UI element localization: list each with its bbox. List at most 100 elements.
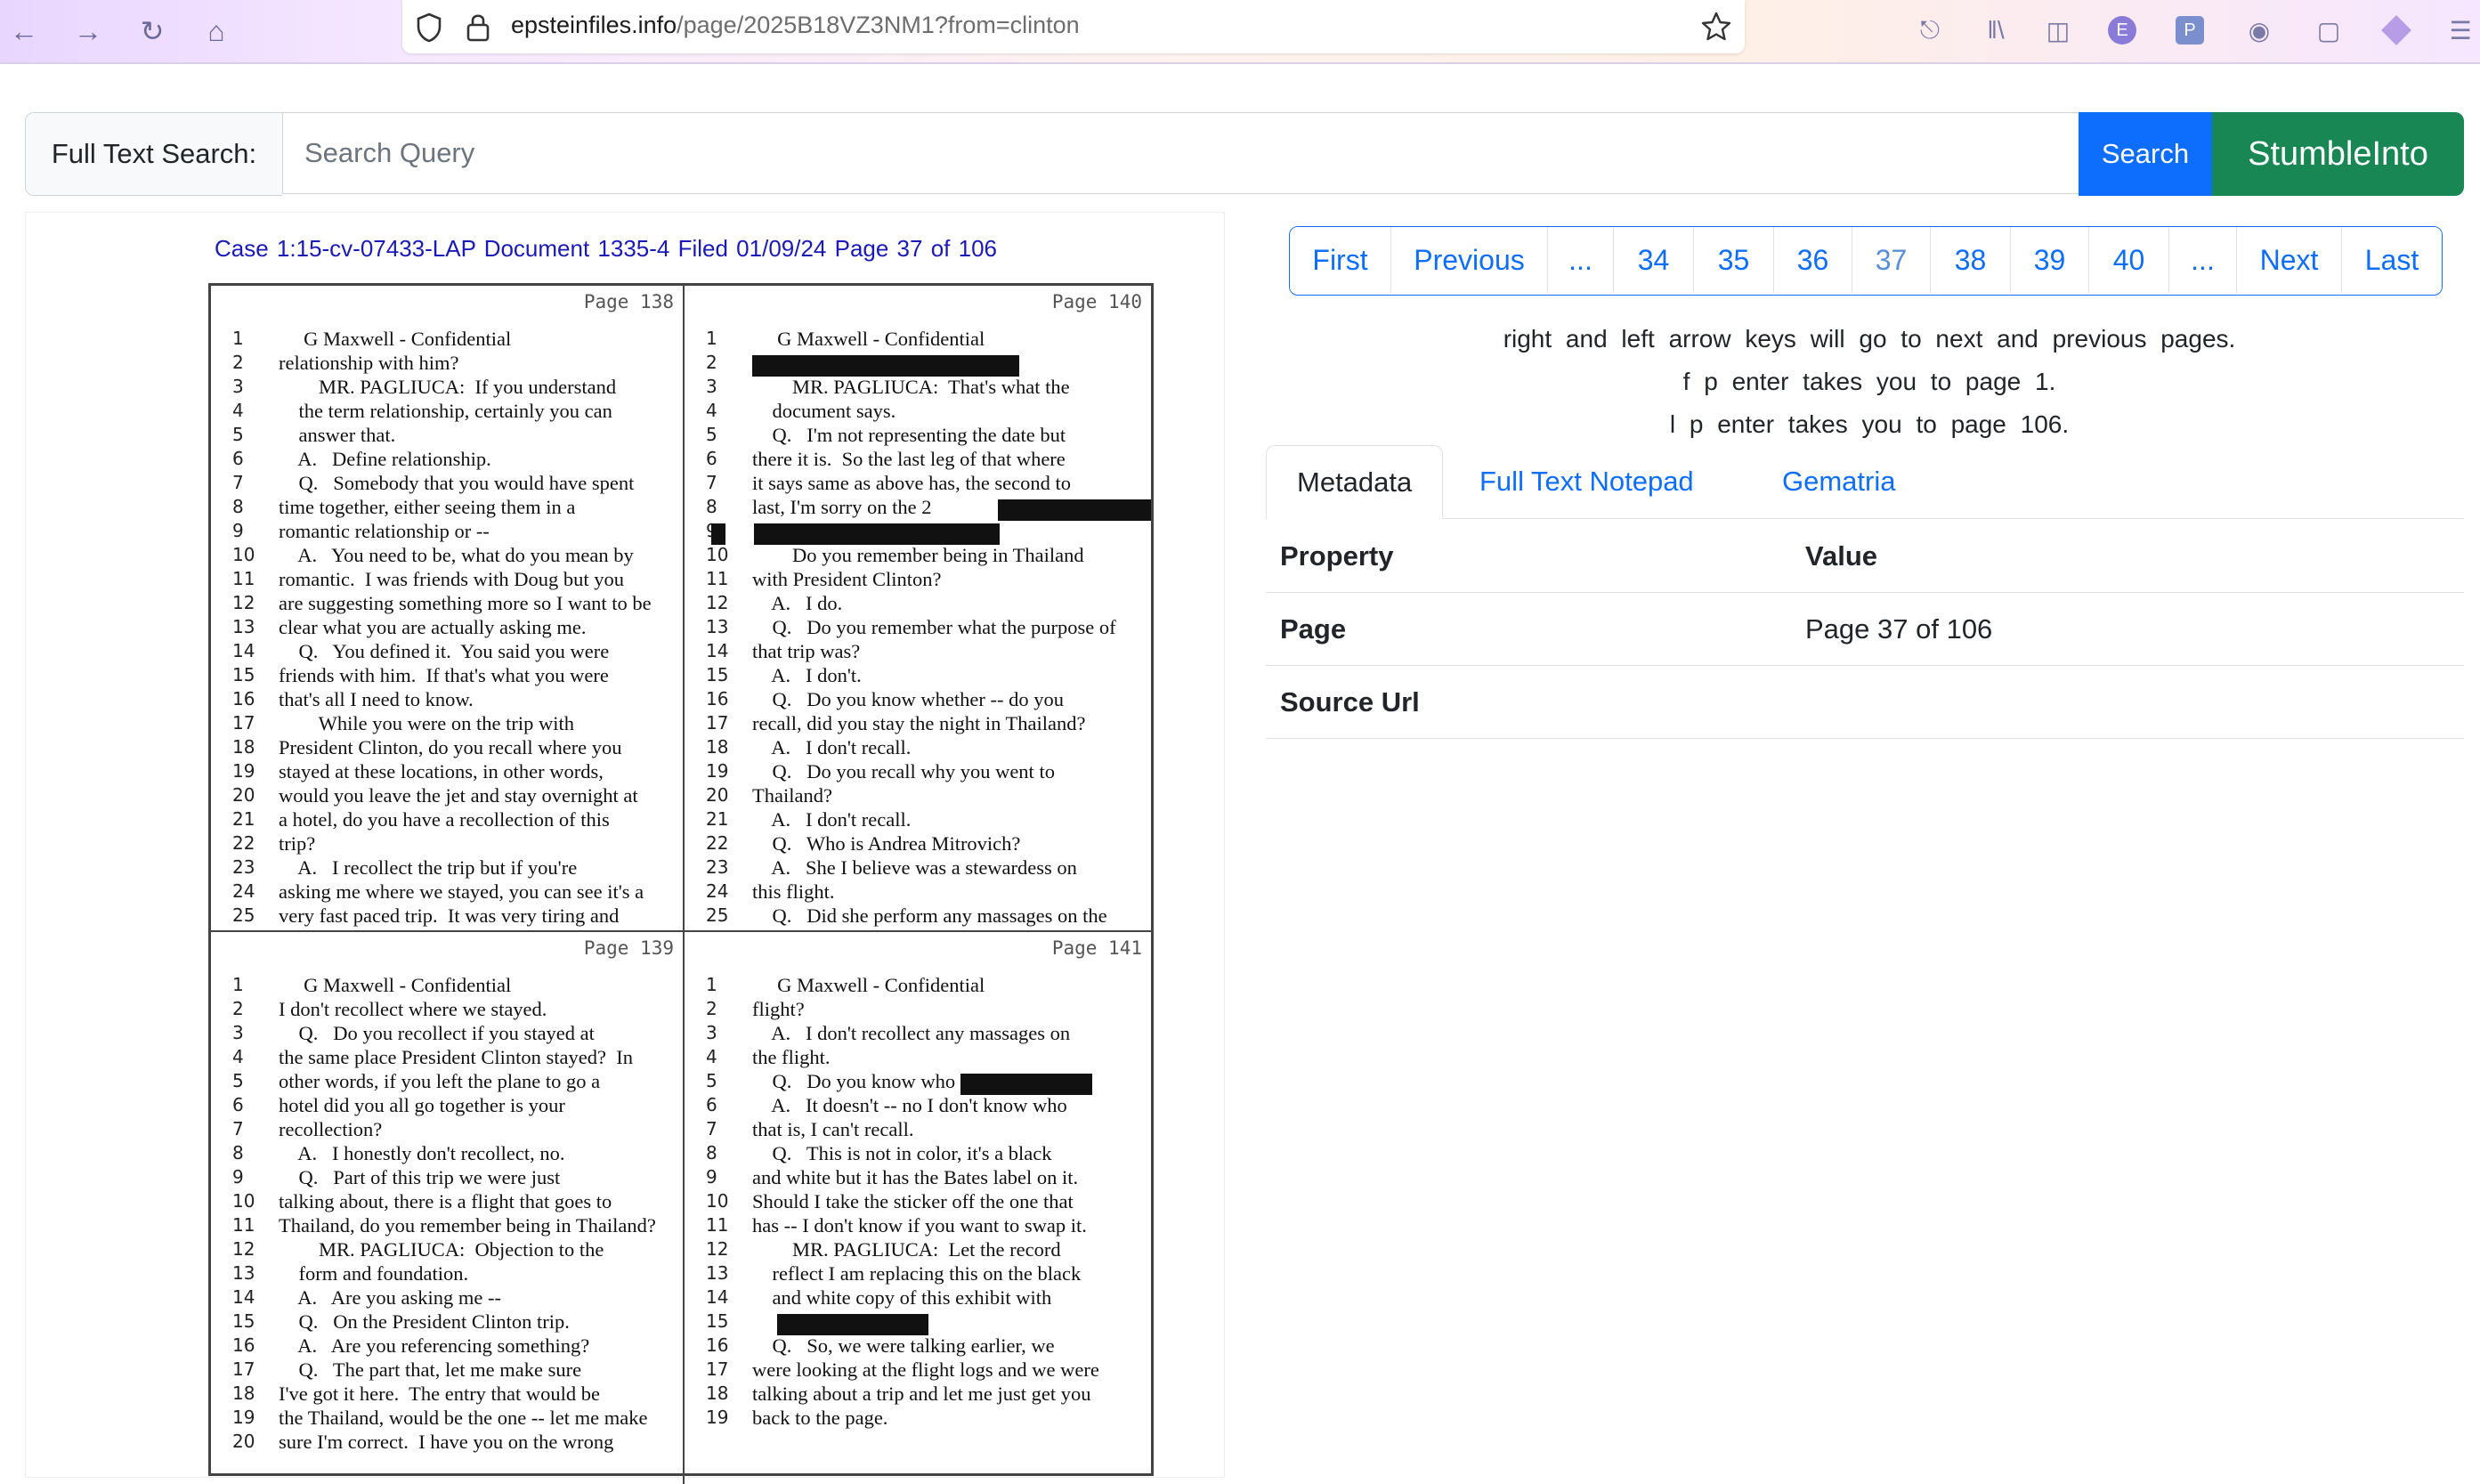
- transcript-line: 22 Q. Who is Andrea Mitrovich?: [685, 831, 1151, 856]
- line-text: Q. I'm not representing the date but: [752, 424, 1066, 446]
- line-text: and white but it has the Bates label on …: [752, 1166, 1079, 1188]
- back-arrow-icon[interactable]: ←: [5, 12, 43, 50]
- line-text: Thailand, do you remember being in Thail…: [279, 1214, 656, 1237]
- page-link-34[interactable]: 34: [1614, 227, 1694, 293]
- line-text: Q. Do you recollect if you stayed at: [279, 1022, 595, 1044]
- tab-full-text-notepad[interactable]: Full Text Notepad: [1449, 445, 1724, 518]
- transcript-line: 6 there it is. So the last leg of that wh…: [685, 447, 1151, 471]
- transcript-line: 3 MR. PAGLIUCA: That's what the: [685, 375, 1151, 399]
- home-icon[interactable]: ⌂: [198, 12, 235, 50]
- transcript-line: 4 the flight.: [685, 1045, 1151, 1069]
- redaction-block: [777, 1313, 928, 1335]
- page-link-previous[interactable]: Previous: [1391, 227, 1548, 293]
- transcript-lines: 1 G Maxwell - Confidential 2 relationship …: [211, 327, 683, 928]
- line-text: While you were on the trip with: [279, 712, 575, 734]
- line-text: form and foundation.: [279, 1262, 469, 1285]
- line-text: G Maxwell - Confidential: [279, 328, 512, 350]
- line-text: Q. The part that, let me make sure: [279, 1358, 582, 1381]
- transcript-line: 2: [685, 351, 1151, 377]
- line-text: the term relationship, certainly you can: [279, 400, 612, 422]
- forward-arrow-icon[interactable]: →: [69, 12, 107, 50]
- line-number: 1: [232, 328, 244, 349]
- extension-diamond-icon[interactable]: [2377, 12, 2416, 48]
- transcript-line: 2 relationship with him?: [211, 351, 683, 375]
- hint-first-page: f p enter takes you to page 1.: [1682, 368, 2056, 395]
- library-icon[interactable]: ‖\: [1976, 12, 2015, 48]
- lock-icon[interactable]: [465, 12, 491, 46]
- line-number: 11: [232, 568, 255, 589]
- page-link-36[interactable]: 36: [1774, 227, 1852, 293]
- url-path: /page/2025B18VZ3NM1?from=clinton: [677, 12, 1080, 38]
- tab-gematria[interactable]: Gematria: [1752, 445, 1925, 518]
- transcript-page: Page 140 1 G Maxwell - Confidential 2 3 MR…: [685, 286, 1151, 932]
- line-number: 19: [706, 1407, 729, 1428]
- transcript-line: 21 a hotel, do you have a recollection of…: [211, 807, 683, 831]
- transcript-lines: 1 G Maxwell - Confidential 2 3 MR. PAGLIUC…: [685, 327, 1151, 928]
- url-text[interactable]: epsteinfiles.info/page/2025B18VZ3NM1?fro…: [511, 12, 1080, 39]
- search-button[interactable]: Search: [2079, 112, 2212, 196]
- transcript-line: 11 Thailand, do you remember being in Tha…: [211, 1213, 683, 1237]
- address-bar[interactable]: epsteinfiles.info/page/2025B18VZ3NM1?fro…: [402, 0, 1745, 53]
- reload-icon[interactable]: ↻: [134, 12, 171, 50]
- line-text: there it is. So the last leg of that whe…: [752, 448, 1066, 470]
- privacy-extension-icon[interactable]: ◉: [2240, 12, 2279, 48]
- page-link-39[interactable]: 39: [2011, 227, 2089, 293]
- transcript-line: 19 stayed at these locations, in other wo…: [211, 759, 683, 783]
- transcript-line: 1 G Maxwell - Confidential: [685, 973, 1151, 997]
- transcript-line: 12 MR. PAGLIUCA: Let the record: [685, 1237, 1151, 1261]
- line-number: 8: [706, 1142, 717, 1164]
- line-number: 17: [706, 1358, 729, 1380]
- line-number: 24: [232, 880, 255, 902]
- search-input[interactable]: [282, 112, 2103, 194]
- line-text: A. I recollect the trip but if you're: [279, 856, 578, 879]
- bookmark-star-icon[interactable]: [1700, 11, 1732, 47]
- transcript-line: 7 recollection?: [211, 1117, 683, 1141]
- shield-icon[interactable]: [415, 12, 443, 47]
- hint-arrow-keys: right and left arrow keys will go to nex…: [1503, 325, 2236, 353]
- line-number: 16: [706, 688, 729, 710]
- transcript-line: 22 trip?: [211, 831, 683, 856]
- property-value[interactable]: [1791, 665, 2464, 739]
- line-number: 6: [706, 1094, 717, 1115]
- profile-avatar-icon[interactable]: E: [2103, 12, 2142, 48]
- extension-p-icon[interactable]: P: [2170, 12, 2209, 48]
- line-number: 25: [232, 904, 255, 926]
- line-number: 18: [706, 1383, 729, 1404]
- tab-metadata[interactable]: Metadata: [1266, 445, 1444, 519]
- redaction-block: [998, 499, 1151, 521]
- transcript-line: 10 talking about, there is a flight that …: [211, 1189, 683, 1213]
- page-link-37[interactable]: 37: [1852, 227, 1931, 293]
- transcript-line: 3 MR. PAGLIUCA: If you understand: [211, 375, 683, 399]
- pocket-icon[interactable]: ⎋: [1910, 12, 1949, 48]
- transcript-line: 12 A. I do.: [685, 591, 1151, 615]
- page-link-last[interactable]: Last: [2342, 227, 2442, 293]
- page-link-40[interactable]: 40: [2089, 227, 2169, 293]
- line-text: MR. PAGLIUCA: Let the record: [752, 1238, 1061, 1261]
- extensions-puzzle-icon[interactable]: ▢: [2309, 12, 2348, 48]
- line-text: were looking at the flight logs and we w…: [752, 1358, 1099, 1381]
- redaction-block-group: [777, 1310, 928, 1335]
- redaction-block-group: [752, 352, 1019, 377]
- page-link-35[interactable]: 35: [1694, 227, 1774, 293]
- line-number: 8: [232, 496, 244, 517]
- column-header-property: Property: [1266, 520, 1791, 593]
- line-text: romantic. I was friends with Doug but yo…: [279, 568, 625, 590]
- line-text: clear what you are actually asking me.: [279, 616, 587, 638]
- page-link-next[interactable]: Next: [2237, 227, 2342, 293]
- page-link-38[interactable]: 38: [1931, 227, 2011, 293]
- sidebar-icon[interactable]: ◫: [2038, 12, 2078, 48]
- line-text: this flight.: [752, 880, 835, 903]
- line-number: 20: [232, 784, 255, 806]
- line-text: with President Clinton?: [752, 568, 942, 590]
- menu-icon[interactable]: ☰: [2441, 12, 2480, 48]
- transcript-line: 4 document says.: [685, 399, 1151, 423]
- page-link-first[interactable]: First: [1290, 227, 1391, 293]
- line-text: A. Are you referencing something?: [279, 1334, 590, 1357]
- line-text: A. I do.: [752, 592, 843, 614]
- transcript-line: 8 Q. This is not in color, it's a black: [685, 1141, 1151, 1165]
- transcript-line: 14 and white copy of this exhibit with: [685, 1285, 1151, 1310]
- transcript-line: 21 A. I don't recall.: [685, 807, 1151, 831]
- transcript-line: 13 clear what you are actually asking me.: [211, 615, 683, 639]
- stumble-into-button[interactable]: StumbleInto: [2212, 112, 2464, 196]
- transcript-line: 12 are suggesting something more so I wan…: [211, 591, 683, 615]
